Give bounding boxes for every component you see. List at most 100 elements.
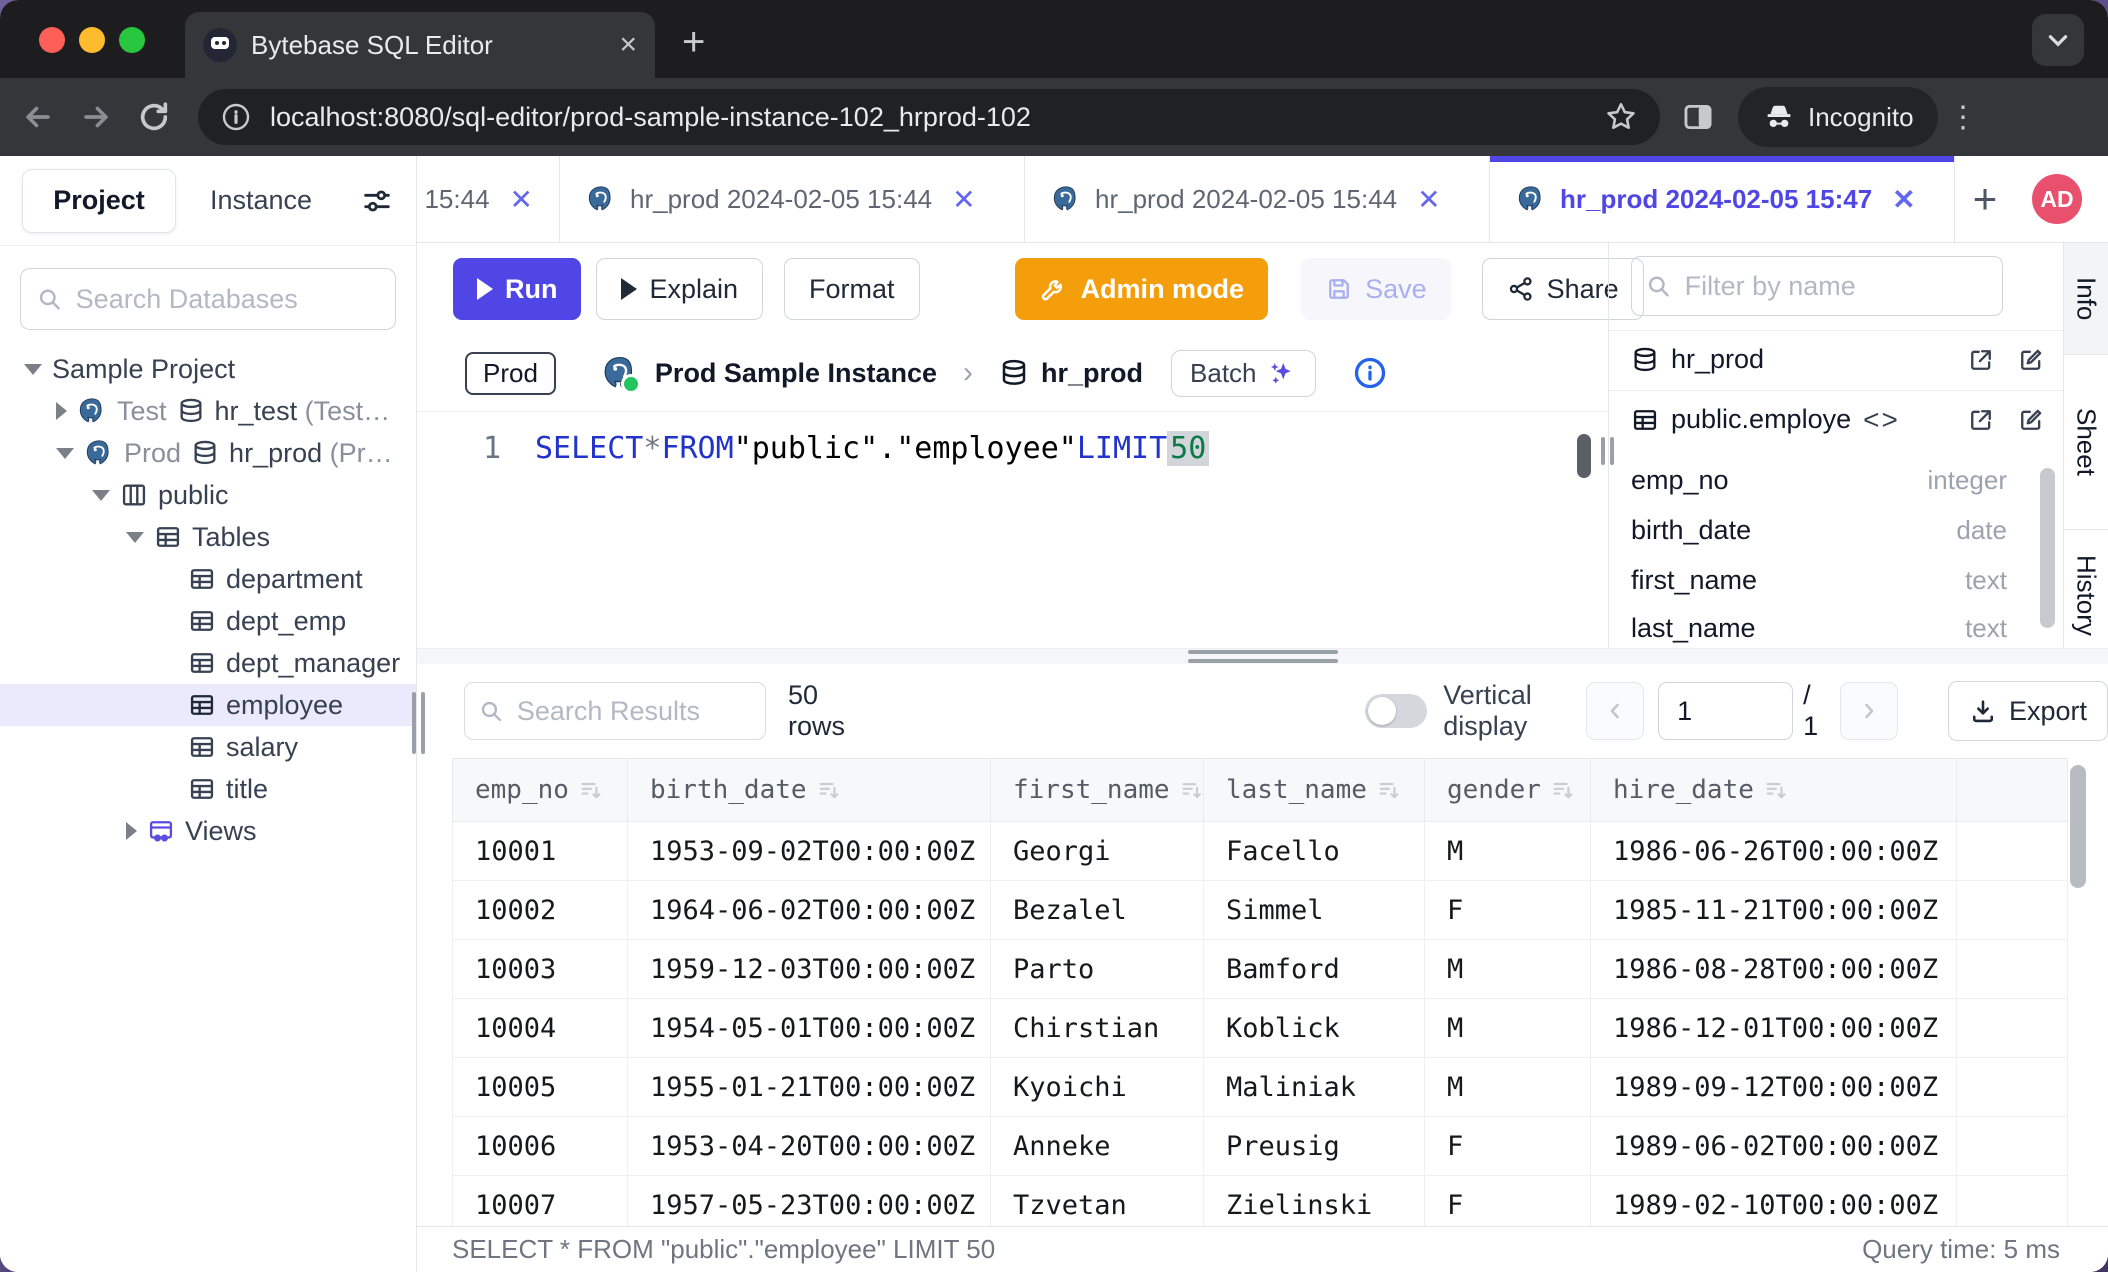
tree-item-dept-manager[interactable]: dept_manager — [0, 642, 416, 684]
tree-item-sample-project[interactable]: Sample Project — [0, 348, 416, 390]
format-button[interactable]: Format — [784, 258, 920, 320]
schema-filter[interactable] — [1631, 256, 2003, 316]
table-scrollbar[interactable] — [2070, 765, 2086, 888]
new-worksheet-button[interactable]: + — [1955, 156, 2015, 242]
minimize-window-button[interactable] — [79, 27, 105, 53]
cell[interactable]: 1985-11-21T00:00:00Z — [1591, 881, 1957, 940]
column-header[interactable]: gender — [1425, 759, 1591, 822]
schema-filter-input[interactable] — [1683, 270, 1988, 303]
avatar[interactable]: AD — [2032, 174, 2082, 224]
browser-menu-button[interactable]: ⋮ — [1944, 97, 1984, 137]
sort-icon[interactable] — [1764, 778, 1788, 802]
cell[interactable]: 10002 — [453, 881, 628, 940]
schema-database-row[interactable]: hr_prod — [1609, 330, 2063, 388]
edit-icon[interactable] — [2017, 406, 2045, 434]
explain-button[interactable]: Explain — [596, 258, 763, 320]
cell[interactable]: Koblick — [1204, 999, 1425, 1058]
column-row[interactable]: first_name text — [1631, 555, 2007, 605]
back-button[interactable] — [18, 97, 58, 137]
cell[interactable]: 10004 — [453, 999, 628, 1058]
instance-name[interactable]: Prod Sample Instance — [655, 358, 937, 389]
tree-item-hr-test[interactable]: Test hr_test (Test… — [0, 390, 416, 432]
cell[interactable]: 1955-01-21T00:00:00Z — [628, 1058, 991, 1117]
results-search[interactable] — [464, 682, 766, 740]
tab-search-button[interactable] — [2032, 14, 2084, 66]
sort-icon[interactable] — [579, 778, 603, 802]
close-worksheet-icon[interactable]: ✕ — [1892, 183, 1915, 216]
sort-icon[interactable] — [1551, 778, 1575, 802]
editor-scrollbar[interactable] — [1577, 434, 1591, 478]
cell[interactable]: Chirstian — [991, 999, 1204, 1058]
zoom-window-button[interactable] — [119, 27, 145, 53]
table-row[interactable]: 100041954-05-01T00:00:00ZChirstianKoblic… — [453, 999, 2068, 1058]
results-resize-handle[interactable] — [417, 648, 2108, 664]
external-link-icon[interactable] — [1967, 406, 1995, 434]
cell[interactable]: 10003 — [453, 940, 628, 999]
column-row[interactable]: emp_no integer — [1631, 455, 2007, 505]
cell[interactable]: M — [1425, 999, 1591, 1058]
save-button[interactable]: Save — [1301, 258, 1451, 320]
cell[interactable]: Kyoichi — [991, 1058, 1204, 1117]
export-button[interactable]: Export — [1948, 681, 2108, 741]
admin-mode-button[interactable]: Admin mode — [1015, 258, 1269, 320]
database-search-input[interactable] — [74, 283, 379, 316]
column-row[interactable]: birth_date date — [1631, 505, 2007, 555]
schema-scrollbar[interactable] — [2040, 468, 2055, 628]
sort-icon[interactable] — [1377, 778, 1401, 802]
table-row[interactable]: 100021964-06-02T00:00:00ZBezalelSimmelF1… — [453, 881, 2068, 940]
cell[interactable]: Anneke — [991, 1117, 1204, 1176]
close-worksheet-icon[interactable]: ✕ — [510, 183, 533, 216]
database-name[interactable]: hr_prod — [1041, 358, 1143, 389]
close-tab-icon[interactable]: × — [619, 30, 637, 60]
tab-history[interactable]: History — [2064, 530, 2108, 660]
table-row[interactable]: 100061953-04-20T00:00:00ZAnnekePreusigF1… — [453, 1117, 2068, 1176]
cell[interactable]: F — [1425, 881, 1591, 940]
cell[interactable]: Bamford — [1204, 940, 1425, 999]
column-header[interactable]: last_name — [1204, 759, 1425, 822]
sort-icon[interactable] — [1180, 778, 1203, 802]
close-window-button[interactable] — [39, 27, 65, 53]
batch-mode-button[interactable]: Batch — [1171, 350, 1316, 397]
tree-item-dept-emp[interactable]: dept_emp — [0, 600, 416, 642]
cell[interactable]: Maliniak — [1204, 1058, 1425, 1117]
worksheet-tab-4-active[interactable]: hr_prod 2024-02-05 15:47 ✕ — [1490, 156, 1955, 242]
tree-item-salary[interactable]: salary — [0, 726, 416, 768]
run-button[interactable]: Run — [453, 258, 581, 320]
tree-item-tables[interactable]: Tables — [0, 516, 416, 558]
tab-instance[interactable]: Instance — [210, 185, 312, 216]
tree-item-employee[interactable]: employee — [0, 684, 416, 726]
cell[interactable]: Bezalel — [991, 881, 1204, 940]
edit-icon[interactable] — [2017, 346, 2045, 374]
code-icon[interactable]: <> — [1863, 404, 1900, 436]
address-bar[interactable]: localhost:8080/sql-editor/prod-sample-in… — [198, 89, 1660, 145]
cell[interactable]: 1986-12-01T00:00:00Z — [1591, 999, 1957, 1058]
worksheet-tab-1[interactable]: 5 15:44 ✕ — [417, 156, 560, 242]
tab-project[interactable]: Project — [22, 169, 176, 233]
tree-item-title[interactable]: title — [0, 768, 416, 810]
reload-button[interactable] — [134, 97, 174, 137]
cell[interactable]: 1953-09-02T00:00:00Z — [628, 822, 991, 881]
vertical-display-toggle[interactable] — [1365, 694, 1427, 728]
table-row[interactable]: 100031959-12-03T00:00:00ZPartoBamfordM19… — [453, 940, 2068, 999]
incognito-badge[interactable]: Incognito — [1738, 87, 1938, 147]
cell[interactable]: M — [1425, 822, 1591, 881]
side-panel-button[interactable] — [1678, 97, 1718, 137]
new-tab-button[interactable]: + — [682, 22, 705, 62]
environment-chip[interactable]: Prod — [465, 352, 556, 395]
schema-table-row[interactable]: public.employe <> — [1609, 390, 2063, 448]
column-header[interactable]: emp_no — [453, 759, 628, 822]
cell[interactable]: 1953-04-20T00:00:00Z — [628, 1117, 991, 1176]
sql-editor[interactable]: 1SELECT * FROM "public"."employee" LIMIT… — [417, 412, 1608, 648]
close-worksheet-icon[interactable]: ✕ — [1417, 183, 1440, 216]
tree-settings-button[interactable] — [360, 184, 394, 218]
cell[interactable]: 10001 — [453, 822, 628, 881]
sort-icon[interactable] — [817, 778, 841, 802]
external-link-icon[interactable] — [1967, 346, 1995, 374]
table-row[interactable]: 100011953-09-02T00:00:00ZGeorgiFacelloM1… — [453, 822, 2068, 881]
results-search-input[interactable] — [515, 695, 751, 728]
page-number-input[interactable] — [1658, 682, 1793, 740]
cell[interactable]: Preusig — [1204, 1117, 1425, 1176]
cell[interactable]: Parto — [991, 940, 1204, 999]
info-icon[interactable] — [1352, 355, 1388, 391]
cell[interactable]: Facello — [1204, 822, 1425, 881]
